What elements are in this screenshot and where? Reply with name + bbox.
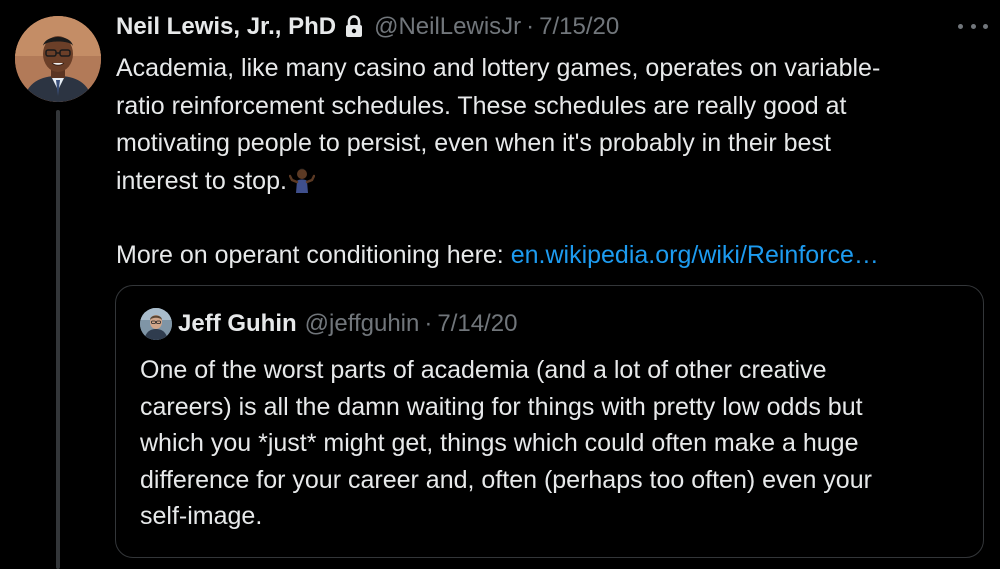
quoted-author-avatar[interactable] — [140, 308, 172, 340]
author-avatar[interactable] — [15, 16, 101, 102]
tweet-body: Academia, like many casino and lottery g… — [116, 50, 976, 275]
quoted-line: difference for your career and, often (p… — [140, 465, 872, 494]
tweet-line: motivating people to persist, even when … — [116, 129, 831, 157]
author-handle[interactable]: @NeilLewisJr — [374, 13, 521, 41]
more-icon[interactable] — [958, 14, 988, 38]
tweet-line: interest to stop. — [116, 166, 287, 195]
link-prefix: More on operant conditioning here: — [116, 241, 511, 269]
quoted-tweet-body: One of the worst parts of academia (and … — [140, 352, 960, 535]
lock-icon — [344, 15, 364, 39]
quoted-line: self-image. — [140, 502, 263, 530]
quoted-header-separator: · — [424, 310, 433, 337]
quoted-tweet[interactable]: Jeff Guhin @jeffguhin · 7/14/20 One of t… — [115, 285, 984, 558]
tweet-line-last: interest to stop. — [116, 163, 976, 201]
tweet-line: ratio reinforcement schedules. These sch… — [116, 91, 847, 120]
tweet-date[interactable]: 7/15/20 — [539, 13, 619, 41]
quoted-author-handle[interactable]: @jeffguhin — [305, 310, 420, 338]
author-name[interactable]: Neil Lewis, Jr., PhD — [116, 13, 336, 41]
tweet-line-link: More on operant conditioning here: en.wi… — [116, 237, 976, 275]
person-shrugging-emoji — [288, 167, 316, 193]
thread-line — [56, 110, 60, 569]
header-separator: · — [526, 13, 535, 40]
tweet-header: Neil Lewis, Jr., PhD @NeilLewisJr · 7/15… — [116, 10, 619, 44]
quoted-tweet-date[interactable]: 7/14/20 — [437, 310, 517, 338]
more-dot — [958, 23, 963, 29]
quoted-line: One of the worst parts of academia (and … — [140, 356, 827, 384]
tweet-line: Academia, like many casino and lottery g… — [116, 54, 881, 82]
quoted-tweet-header: Jeff Guhin @jeffguhin · 7/14/20 — [140, 308, 517, 340]
wikipedia-link[interactable]: en.wikipedia.org/wiki/Reinforce… — [511, 241, 879, 269]
more-dot — [983, 23, 988, 29]
quoted-author-name[interactable]: Jeff Guhin — [178, 310, 297, 338]
more-dot — [970, 23, 976, 29]
quoted-line: which you *just* might get, things which… — [140, 429, 859, 457]
tweet[interactable]: Neil Lewis, Jr., PhD @NeilLewisJr · 7/15… — [0, 0, 1000, 569]
quoted-line: careers) is all the damn waiting for thi… — [140, 392, 863, 421]
